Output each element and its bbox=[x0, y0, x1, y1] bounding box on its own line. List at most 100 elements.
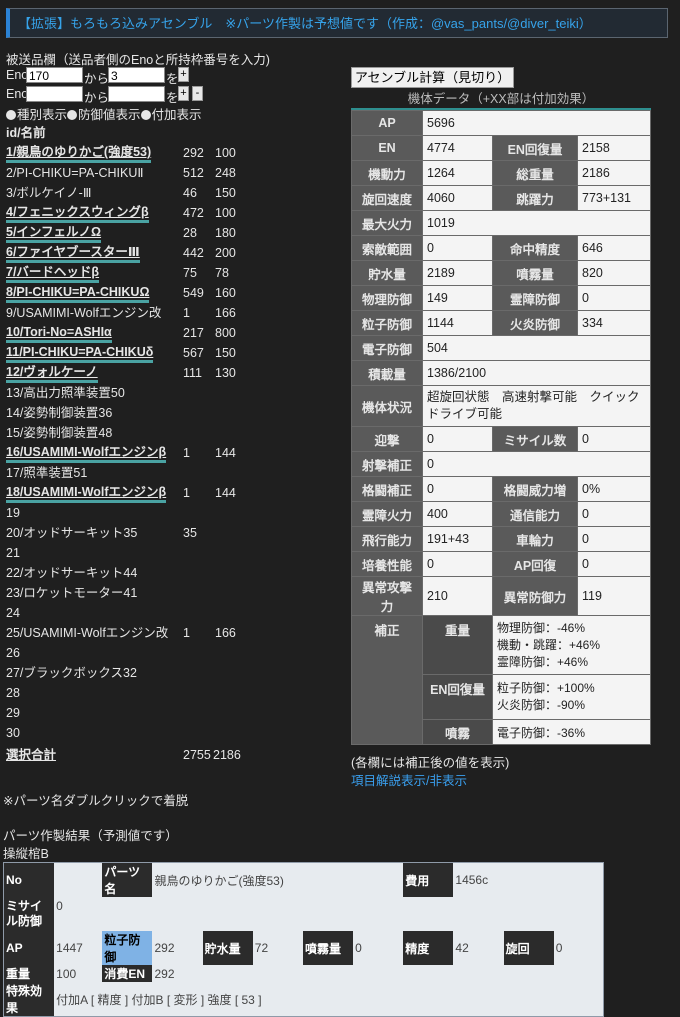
radio-type[interactable]: 種別表示 bbox=[6, 108, 67, 122]
part-row[interactable]: 20/オッドサーキット35 35 bbox=[6, 523, 256, 543]
part-name[interactable]: 30 bbox=[6, 723, 20, 743]
part-row[interactable]: 21 bbox=[6, 543, 256, 563]
correction-line: 火炎防御：-90% bbox=[497, 698, 586, 712]
part-row[interactable]: 11/PI-CHIKU=PA-CHIKUδ 567 150 bbox=[6, 343, 256, 363]
part-row[interactable]: 2/PI-CHIKU=PA-CHIKUⅡ 512 248 bbox=[6, 163, 256, 183]
part-name[interactable]: 9/USAMIMI-Wolfエンジン改 bbox=[6, 303, 161, 323]
part-row[interactable]: 8/PI-CHIKU=PA-CHIKUΩ 549 160 bbox=[6, 283, 256, 303]
part-row[interactable]: 1/親鳥のゆりかご(強度53) 292 100 bbox=[6, 143, 256, 163]
eno-input-2[interactable] bbox=[26, 86, 83, 102]
part-row[interactable]: 22/オッドサーキット44 bbox=[6, 563, 256, 583]
result-label: パーツ作製結果（予測値です） bbox=[3, 829, 178, 843]
stat-value: 504 bbox=[422, 335, 651, 361]
part-name[interactable]: 1/親鳥のゆりかご(強度53) bbox=[6, 144, 152, 163]
stat-key: 火炎防御 bbox=[492, 310, 578, 336]
part-row[interactable]: 18/USAMIMI-Wolfエンジンβ 1 144 bbox=[6, 483, 256, 503]
result-key: 精度 bbox=[403, 931, 454, 965]
list-header: id/名前 bbox=[6, 126, 46, 140]
part-name[interactable]: 10/Tori-No=ASHIα bbox=[6, 324, 112, 343]
part-name[interactable]: 19 bbox=[6, 503, 20, 523]
part-row[interactable]: 30 bbox=[6, 723, 256, 743]
part-name[interactable]: 14/姿勢制御装置36 bbox=[6, 403, 112, 423]
stat-key: 異常防御力 bbox=[492, 576, 578, 616]
stat-key: 霊障火力 bbox=[351, 501, 423, 527]
part-row[interactable]: 5/インフェルノΩ 28 180 bbox=[6, 223, 256, 243]
stat-key: AP bbox=[351, 110, 423, 136]
part-name[interactable]: 25/USAMIMI-Wolfエンジン改 bbox=[6, 623, 168, 643]
correction-weight-key: 重量 bbox=[422, 615, 493, 675]
stat-key: 積載量 bbox=[351, 360, 423, 386]
part-name[interactable]: 16/USAMIMI-Wolfエンジンβ bbox=[6, 444, 167, 463]
part-name[interactable]: 27/ブラックボックス32 bbox=[6, 663, 137, 683]
part-row[interactable]: 7/バードヘッドβ 75 78 bbox=[6, 263, 256, 283]
part-row[interactable]: 13/高出力照準装置50 bbox=[6, 383, 256, 403]
toggle-explanation-link[interactable]: 項目解説表示/非表示 bbox=[351, 770, 467, 789]
part-name[interactable]: 12/ヴォルケーノ bbox=[6, 364, 98, 383]
remove-button-2[interactable]: - bbox=[192, 86, 203, 101]
part-name[interactable]: 26 bbox=[6, 643, 20, 663]
result-key: No bbox=[4, 863, 55, 897]
part-name[interactable]: 5/インフェルノΩ bbox=[6, 224, 102, 243]
part-name[interactable]: 4/フェニックスウィングβ bbox=[6, 204, 149, 223]
eno-label-2: Eno bbox=[6, 87, 29, 101]
radio-circle-icon bbox=[6, 110, 16, 120]
correction-mist-key: 噴霧 bbox=[422, 719, 493, 745]
part-row[interactable]: 12/ヴォルケーノ 111 130 bbox=[6, 363, 256, 383]
part-name[interactable]: 15/姿勢制御装置48 bbox=[6, 423, 112, 443]
part-name[interactable]: 28 bbox=[6, 683, 20, 703]
stat-value: 646 bbox=[577, 235, 651, 261]
stat-key: 機動力 bbox=[351, 160, 423, 186]
part-row[interactable]: 10/Tori-No=ASHIα 217 800 bbox=[6, 323, 256, 343]
part-name[interactable]: 20/オッドサーキット35 bbox=[6, 523, 137, 543]
part-name[interactable]: 3/ボルケイノ-Ⅲ bbox=[6, 183, 91, 203]
part-row[interactable]: 4/フェニックスウィングβ 472 100 bbox=[6, 203, 256, 223]
part-name[interactable]: 13/高出力照準装置50 bbox=[6, 383, 125, 403]
part-name[interactable]: 17/照準装置51 bbox=[6, 463, 87, 483]
part-row[interactable]: 16/USAMIMI-Wolfエンジンβ 1 144 bbox=[6, 443, 256, 463]
total-label: 選択合計 bbox=[6, 748, 57, 762]
stat-key: ミサイル数 bbox=[492, 426, 578, 452]
part-name[interactable]: 18/USAMIMI-Wolfエンジンβ bbox=[6, 484, 167, 503]
part-row[interactable]: 27/ブラックボックス32 bbox=[6, 663, 256, 683]
part-name[interactable]: 7/バードヘッドβ bbox=[6, 264, 100, 283]
part-name[interactable]: 29 bbox=[6, 703, 20, 723]
part-name[interactable]: 8/PI-CHIKU=PA-CHIKUΩ bbox=[6, 284, 150, 303]
stat-value: 1019 bbox=[422, 210, 651, 236]
part-name[interactable]: 21 bbox=[6, 543, 20, 563]
slot-input-2[interactable] bbox=[108, 86, 165, 102]
radio-addition[interactable]: 付加表示 bbox=[140, 108, 202, 122]
part-name[interactable]: 11/PI-CHIKU=PA-CHIKUδ bbox=[6, 344, 154, 363]
slot-input-1[interactable]: 3 bbox=[108, 67, 165, 83]
part-row[interactable]: 26 bbox=[6, 643, 256, 663]
part-name[interactable]: 23/ロケットモーター41 bbox=[6, 583, 137, 603]
part-name[interactable]: 6/ファイヤブースターⅢ bbox=[6, 244, 140, 263]
assemble-calc-button[interactable]: アセンブル計算（見切り） bbox=[351, 67, 514, 88]
part-row[interactable]: 24 bbox=[6, 603, 256, 623]
part-row[interactable]: 25/USAMIMI-Wolfエンジン改 1 166 bbox=[6, 623, 256, 643]
part-row[interactable]: 9/USAMIMI-Wolfエンジン改 1 166 bbox=[6, 303, 256, 323]
stat-value: 0 bbox=[577, 285, 651, 311]
eno-input-1[interactable]: 170 bbox=[26, 67, 83, 83]
add-button-2[interactable]: + bbox=[178, 86, 189, 101]
part-name[interactable]: 24 bbox=[6, 603, 20, 623]
part-row[interactable]: 19 bbox=[6, 503, 256, 523]
stat-value: 210 bbox=[422, 576, 493, 616]
part-row[interactable]: 29 bbox=[6, 703, 256, 723]
stat-key: 粒子防御 bbox=[351, 310, 423, 336]
part-name[interactable]: 22/オッドサーキット44 bbox=[6, 563, 137, 583]
part-row[interactable]: 17/照準装置51 bbox=[6, 463, 256, 483]
part-row[interactable]: 28 bbox=[6, 683, 256, 703]
add-button-1[interactable]: + bbox=[178, 67, 189, 82]
part-row[interactable]: 15/姿勢制御装置48 bbox=[6, 423, 256, 443]
radio-defense[interactable]: 防御値表示 bbox=[67, 108, 141, 122]
part-row[interactable]: 23/ロケットモーター41 bbox=[6, 583, 256, 603]
stat-key: 総重量 bbox=[492, 160, 578, 186]
part-row[interactable]: 3/ボルケイノ-Ⅲ 46 150 bbox=[6, 183, 256, 203]
part-row[interactable]: 14/姿勢制御装置36 bbox=[6, 403, 256, 423]
stat-value: 0 bbox=[422, 551, 493, 577]
part-col2: 166 bbox=[215, 306, 236, 320]
part-name[interactable]: 2/PI-CHIKU=PA-CHIKUⅡ bbox=[6, 163, 144, 183]
part-row[interactable]: 6/ファイヤブースターⅢ 442 200 bbox=[6, 243, 256, 263]
correction-line: 粒子防御：+100% bbox=[497, 681, 595, 695]
stat-key: 霊障防御 bbox=[492, 285, 578, 311]
